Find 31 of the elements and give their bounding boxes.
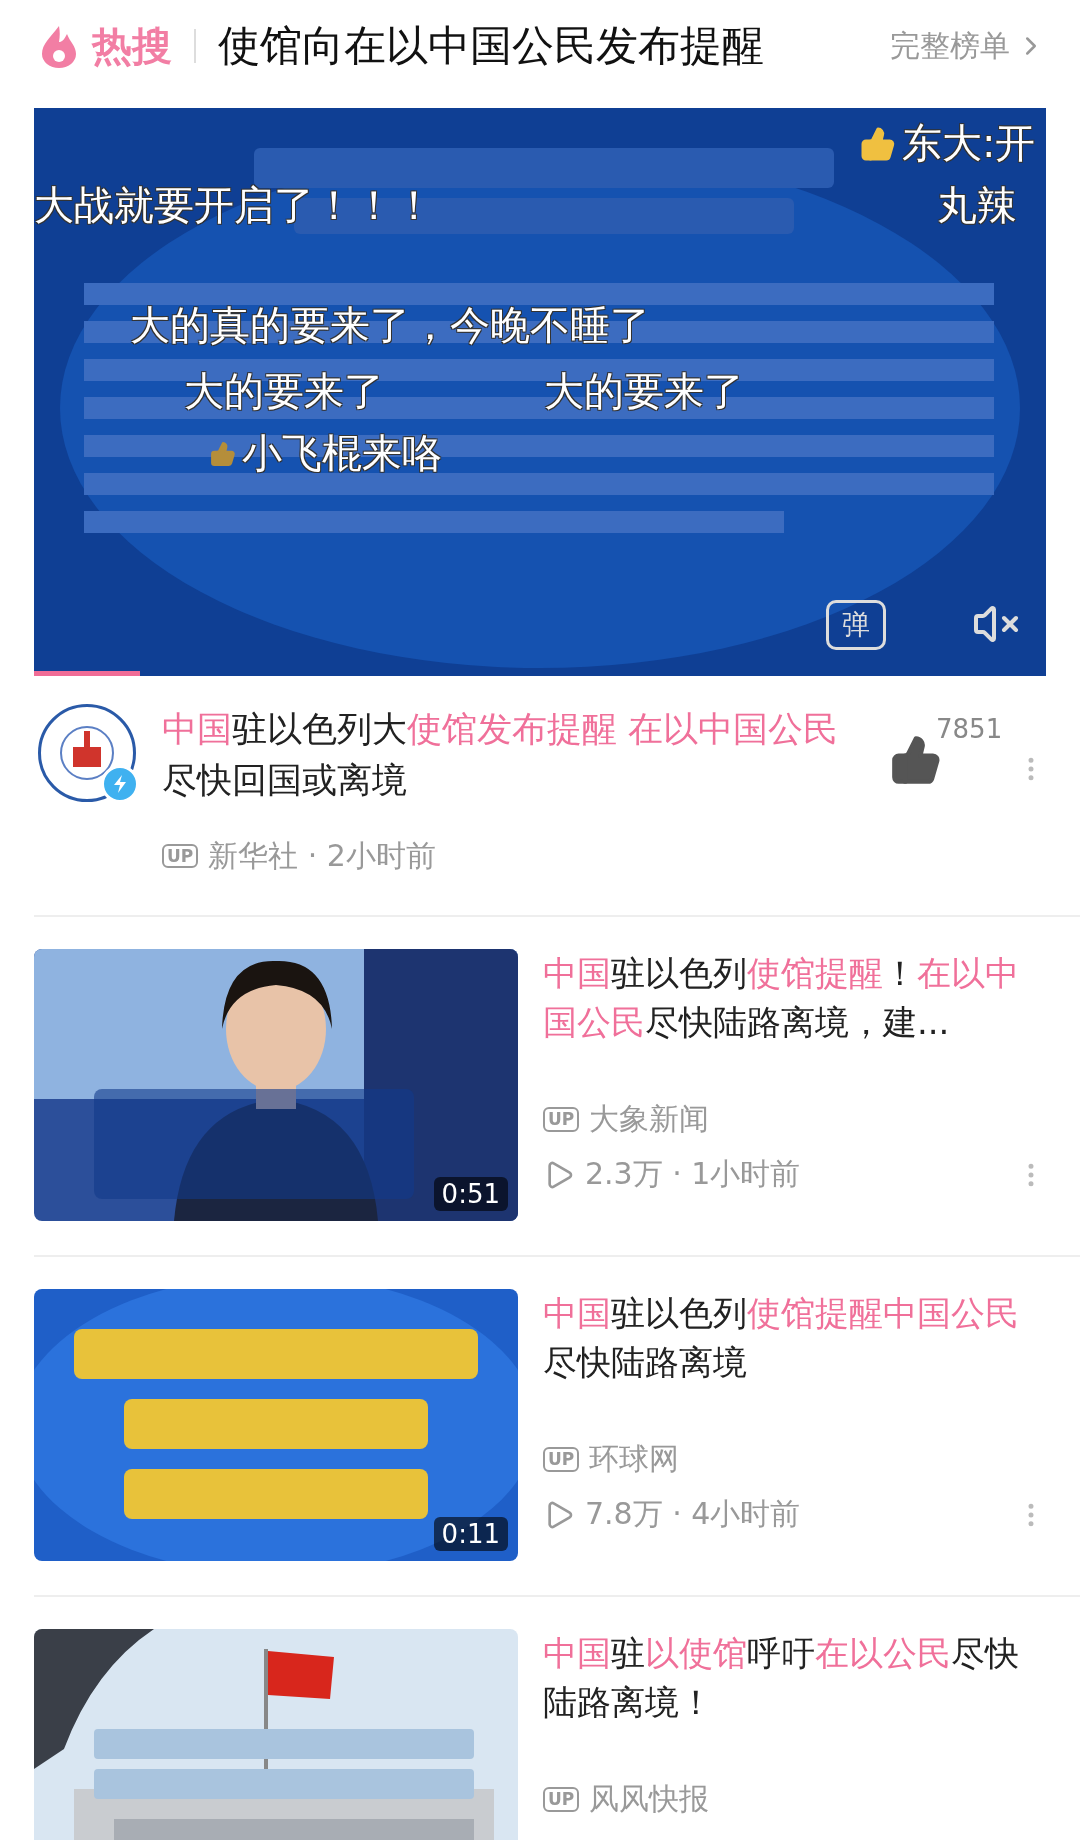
up-badge: UP: [543, 1107, 580, 1132]
topic-title: 使馆向在以中国公民发布提醒: [218, 20, 765, 72]
up-badge: UP: [543, 1787, 580, 1812]
views-time: 2.3万 · 1小时前: [585, 1155, 801, 1194]
video-duration: 0:11: [433, 1516, 508, 1551]
up-badge: UP: [162, 843, 199, 869]
video-title[interactable]: 中国驻以使馆呼吁在以公民尽快陆路离境！: [543, 1628, 1046, 1728]
danmaku-comment: 大的真的要来了，今晚不睡了: [130, 301, 650, 350]
like-count: 7851: [936, 714, 1003, 744]
author-time: 新华社 · 2小时前: [208, 836, 436, 875]
danmaku-comment: 东大:开: [902, 119, 1036, 168]
author-name: 环球网: [589, 1440, 680, 1479]
emblem-icon: [59, 725, 115, 781]
views-time: 7.8万 · 4小时前: [585, 1495, 801, 1534]
flame-icon: [40, 24, 78, 68]
danmaku-comment: 大的要来了: [544, 367, 744, 416]
video-title[interactable]: 中国驻以色列使馆提醒中国公民 尽快陆路离境: [543, 1288, 1046, 1388]
thumbs-up-icon: [860, 125, 896, 162]
video-title[interactable]: 中国驻以色列使馆提醒！在以中国公民尽快陆路离境，建...: [543, 948, 1046, 1048]
hot-search-label: 热搜: [92, 21, 172, 71]
video-title[interactable]: 中国驻以色列大使馆发布提醒 在以中国公民 尽快回国或离境: [162, 704, 864, 806]
danmaku-comment: 大的要来了: [184, 367, 384, 416]
danmaku-comment: 小飞棍来咯: [242, 429, 442, 478]
up-badge: UP: [543, 1447, 580, 1472]
author-name: 风风快报: [589, 1780, 710, 1819]
author-name: 大象新闻: [589, 1100, 710, 1139]
thumbs-up-icon: [210, 440, 236, 467]
danmaku-toggle[interactable]: 弹: [826, 600, 886, 650]
danmaku-comment: 大战就要开启了！！！: [34, 181, 434, 230]
video-duration: 0:51: [433, 1176, 508, 1211]
danmaku-comment: 丸辣: [937, 181, 1017, 230]
